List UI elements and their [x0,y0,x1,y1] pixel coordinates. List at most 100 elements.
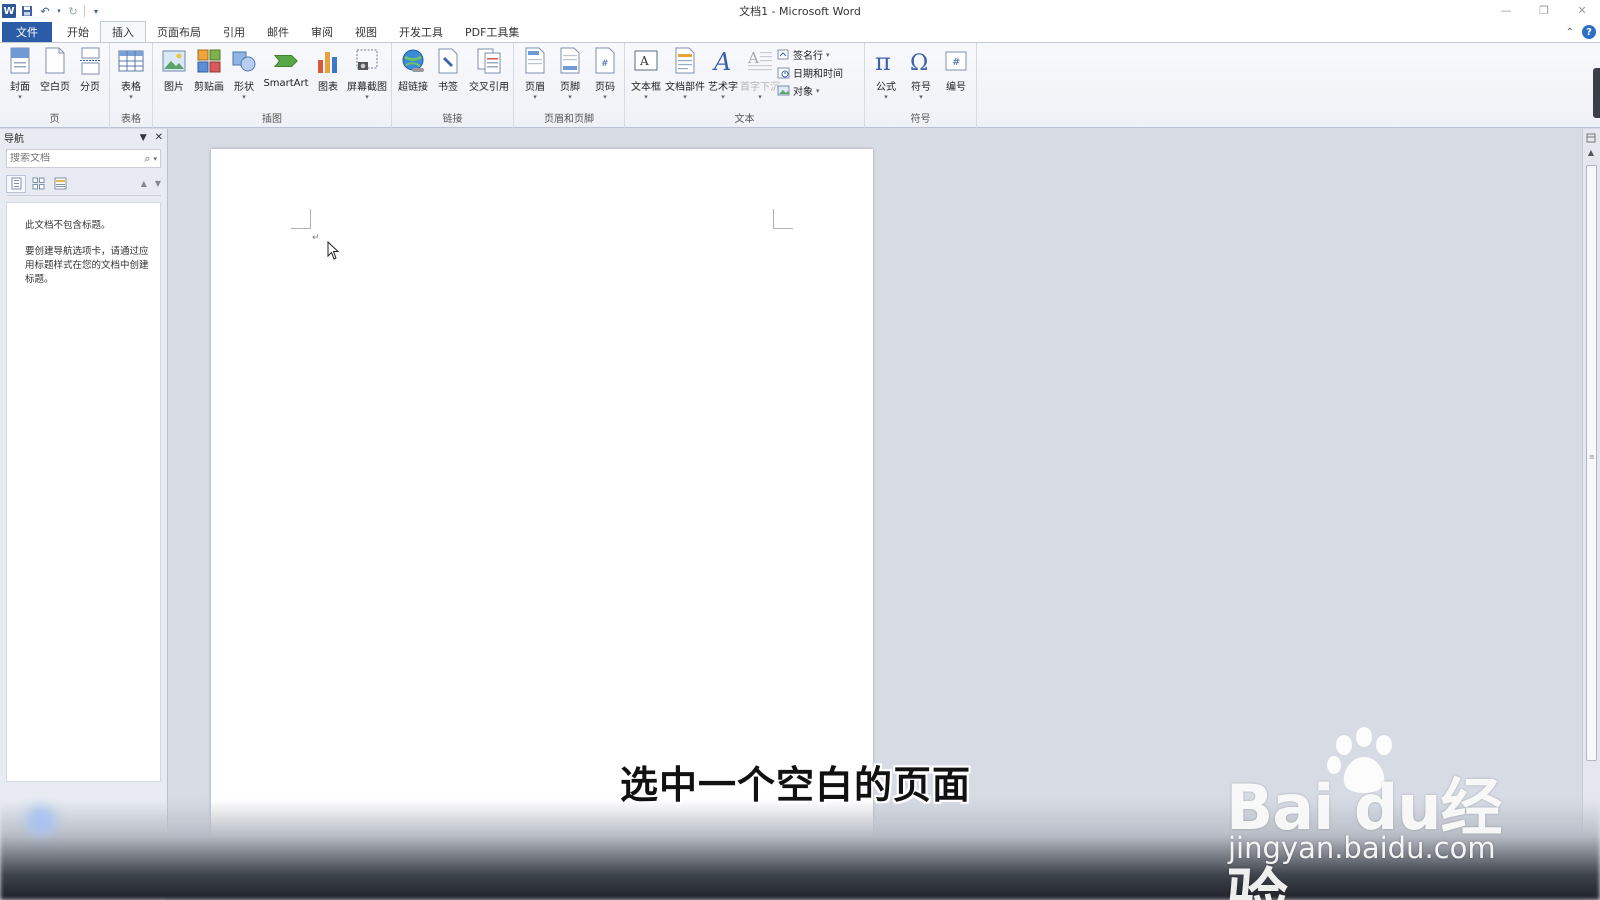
svg-text:#: # [952,57,960,68]
clip-art-button[interactable]: 剪贴画 [190,46,228,93]
group-label-illustrations: 插图 [262,114,282,125]
previous-heading-icon[interactable]: ▲ [141,179,147,188]
undo-icon[interactable]: ↶ [38,4,52,18]
wordart-icon: A [710,46,736,76]
browse-results-icon[interactable] [50,175,70,193]
document-page[interactable]: ↵ [211,149,873,849]
object-dropdown-icon: ▾ [816,86,820,95]
nav-search-input[interactable] [10,153,145,164]
search-icon[interactable]: ⌕ [144,152,150,166]
crop-mark-top-left [291,209,311,229]
svg-text:#: # [601,59,609,69]
screenshot-button[interactable]: 屏幕截图 ▾ [342,46,392,101]
tab-insert[interactable]: 插入 [100,21,146,42]
tabs-right-controls: ⌃ ? [1566,25,1596,39]
cross-reference-icon [476,46,502,76]
search-options-dropdown-icon[interactable]: ▾ [153,155,157,163]
numbering-button[interactable]: # 编号 [937,46,975,93]
bookmark-button[interactable]: 书签 [429,46,467,93]
table-button[interactable]: 表格 ▾ [112,46,150,101]
nav-options-dropdown-icon[interactable]: ▼ [140,133,147,143]
page-break-button[interactable]: 分页 [71,46,109,93]
save-icon[interactable] [20,4,34,18]
baidu-logo-text: Bai du经验 [1226,771,1502,900]
cover-page-label: 封面 [10,82,30,93]
nav-header-controls: ▼ ✕ [140,132,163,143]
customize-qat-icon[interactable]: ▾ [89,4,103,18]
blank-page-button[interactable]: 空白页 [36,46,74,93]
svg-text:Ω: Ω [910,51,928,74]
group-header-footer: 页眉 ▾ 页脚 ▾ # 页码 ▾ 页眉和页脚 [514,43,625,128]
tab-developer[interactable]: 开发工具 [388,22,454,42]
smartart-button[interactable]: SmartArt [262,46,310,89]
hyperlink-button[interactable]: 超链接 [394,46,432,93]
undo-dropdown-icon[interactable]: ▾ [56,4,62,18]
footer-button[interactable]: 页脚 ▾ [551,46,589,101]
nav-close-icon[interactable]: ✕ [155,132,163,143]
symbol-button[interactable]: Ω 符号 ▾ [902,46,940,101]
paragraph-mark-icon: ↵ [312,233,320,243]
numbering-label: 编号 [946,82,966,93]
screenshot-label: 屏幕截图 [347,82,387,93]
blank-page-label: 空白页 [40,82,70,93]
cover-page-icon [7,46,33,76]
tab-home[interactable]: 开始 [56,22,100,42]
browse-pages-icon[interactable] [28,175,48,193]
bookmark-icon [435,46,461,76]
tab-page-layout[interactable]: 页面布局 [146,22,212,42]
quick-parts-button[interactable]: 文档部件 ▾ [664,46,706,101]
tab-references[interactable]: 引用 [212,22,256,42]
wordart-button[interactable]: A 艺术字 ▾ [704,46,742,101]
text-box-button[interactable]: A 文本框 ▾ [627,46,665,101]
picture-button[interactable]: 图片 [155,46,193,93]
signature-line-icon [777,48,790,61]
mouse-cursor-icon [327,240,341,265]
group-label-links: 链接 [442,114,463,125]
tab-view[interactable]: 视图 [344,22,388,42]
tab-pdf-tools[interactable]: PDF工具集 [454,22,530,42]
minimize-ribbon-icon[interactable]: ⌃ [1566,27,1574,38]
drop-cap-label: 首字下沉 [740,82,780,93]
clip-art-label: 剪贴画 [194,82,224,93]
baidu-url-text: jingyan.baidu.com [1228,831,1496,865]
header-button[interactable]: 页眉 ▾ [516,46,554,101]
equation-dropdown-icon: ▾ [884,93,888,101]
tab-review[interactable]: 审阅 [300,22,344,42]
date-time-button[interactable]: 日期和时间 [777,65,843,80]
equation-icon: π [873,46,899,76]
tab-mailings[interactable]: 邮件 [256,22,300,42]
signature-line-label: 签名行 [793,51,823,62]
side-panel-handle[interactable] [1593,68,1600,118]
restore-icon[interactable]: ❐ [1536,2,1552,18]
ribbon-tabs: 文件 开始 插入 页面布局 引用 邮件 审阅 视图 开发工具 PDF工具集 ⌃ … [0,21,1600,43]
object-button[interactable]: 对象 ▾ [777,83,820,98]
help-icon[interactable]: ? [1582,25,1596,39]
quick-access-toolbar: W ↶ ▾ ↻ ▾ [0,4,103,18]
cross-reference-button[interactable]: 交叉引用 [464,46,514,93]
minimize-icon[interactable]: — [1498,2,1514,18]
nav-search-box[interactable]: ⌕ ▾ [6,149,161,168]
next-heading-icon[interactable]: ▼ [155,179,161,188]
object-label: 对象 [793,87,813,98]
signature-line-button[interactable]: 签名行 ▾ [777,47,830,62]
table-label: 表格 [121,82,141,93]
cover-page-button[interactable]: 封面 ▾ [1,46,39,101]
crop-mark-top-right [773,209,793,229]
tab-file[interactable]: 文件 [2,22,52,42]
group-illustrations: 图片 剪贴画 形状 ▾ SmartArt 图表 屏幕截图 ▾ 插图 [153,43,392,128]
browse-headings-icon[interactable] [6,174,26,193]
word-app-icon[interactable]: W [2,4,16,18]
vertical-scrollbar[interactable]: ▲ ≡ [1582,129,1600,900]
redo-icon[interactable]: ↻ [66,4,80,18]
page-number-button[interactable]: # 页码 ▾ [586,46,624,101]
scroll-thumb[interactable]: ≡ [1586,165,1597,761]
numbering-icon: # [943,46,969,76]
close-window-icon[interactable]: ✕ [1574,2,1590,18]
view-ruler-icon[interactable] [1583,131,1599,145]
wordart-label: 艺术字 [708,82,738,93]
equation-button[interactable]: π 公式 ▾ [867,46,905,101]
nav-header: 导航 ▼ ✕ [0,129,167,146]
drop-cap-button[interactable]: A 首字下沉 ▾ [739,46,781,101]
shapes-button[interactable]: 形状 ▾ [225,46,263,101]
scroll-up-icon[interactable]: ▲ [1583,145,1599,159]
